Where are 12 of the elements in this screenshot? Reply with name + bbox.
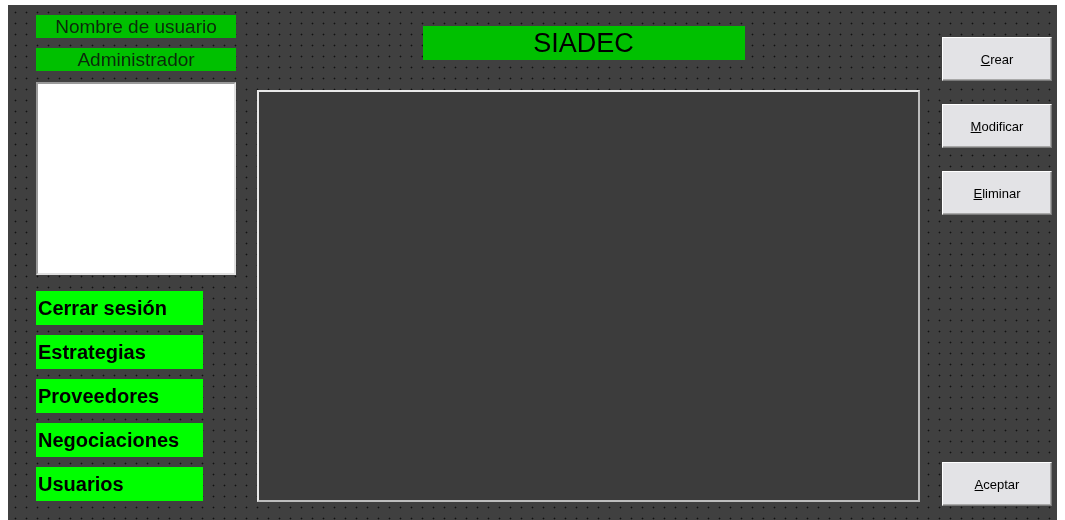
role-label: Administrador — [36, 48, 236, 71]
menu-item[interactable]: Usuarios — [36, 467, 203, 501]
action-button[interactable]: Eliminar — [942, 171, 1052, 215]
app-title: SIADEC — [422, 26, 745, 60]
menu-item[interactable]: Estrategias — [36, 335, 203, 369]
menu-item[interactable]: Negociaciones — [36, 423, 203, 457]
action-button[interactable]: Crear — [942, 37, 1052, 81]
action-button[interactable]: Modificar — [942, 104, 1052, 148]
username-label: Nombre de usuario — [36, 15, 236, 38]
accept-button[interactable]: Aceptar — [942, 462, 1052, 506]
menu-item[interactable]: Proveedores — [36, 379, 203, 413]
menu-item[interactable]: Cerrar sesión — [36, 291, 203, 325]
